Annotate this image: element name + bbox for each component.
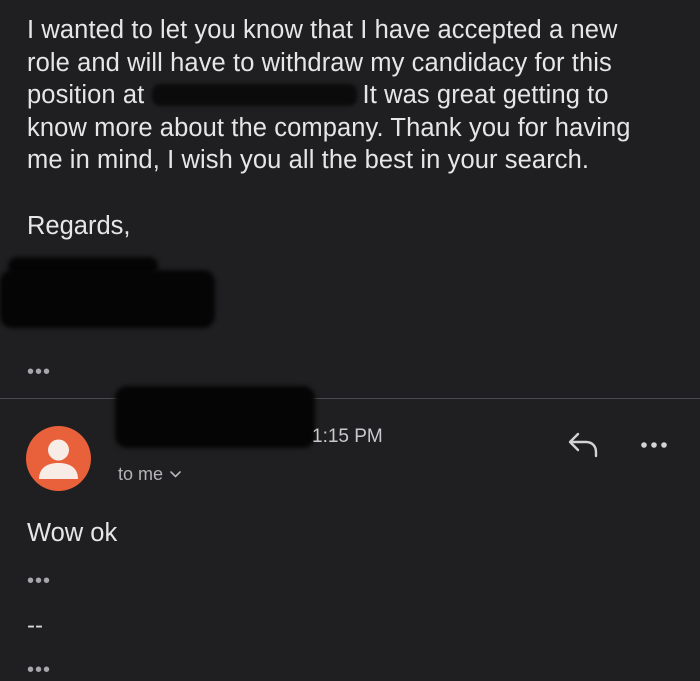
message-time: 1:15 PM bbox=[312, 426, 383, 447]
redacted-company-name bbox=[151, 84, 357, 106]
redacted-reply-sender-name bbox=[115, 386, 315, 448]
previous-message-line: I wanted to let you know that I have acc… bbox=[27, 16, 618, 44]
previous-message-line: position at It was great getting to bbox=[27, 79, 687, 112]
previous-message-line-start: position at bbox=[27, 81, 145, 109]
recipient-details-toggle[interactable]: to me bbox=[118, 464, 181, 485]
previous-message-expand[interactable]: ••• bbox=[27, 362, 51, 382]
reply-message-expand[interactable]: ••• bbox=[27, 571, 51, 591]
message-divider bbox=[0, 398, 700, 399]
reply-arrow-icon bbox=[568, 432, 598, 458]
previous-message-line: know more about the company. Thank you f… bbox=[27, 113, 631, 142]
previous-message-line: me in mind, I wish you all the best in y… bbox=[27, 146, 590, 174]
previous-message-body: I wanted to let you know that I have acc… bbox=[27, 14, 687, 177]
previous-message-line: role and will have to withdraw my candid… bbox=[27, 48, 612, 77]
more-options-button[interactable] bbox=[638, 433, 670, 457]
signature-expand[interactable]: ••• bbox=[27, 660, 51, 680]
previous-message-closing: Regards, bbox=[27, 212, 131, 240]
sender-avatar[interactable] bbox=[26, 426, 91, 491]
person-avatar-icon bbox=[39, 439, 78, 479]
chevron-down-icon bbox=[170, 471, 181, 478]
recipient-label: to me bbox=[118, 464, 164, 484]
redacted-sender-name bbox=[0, 270, 215, 328]
previous-message-line-end: It was great getting to bbox=[362, 81, 609, 109]
reply-message-body: Wow ok bbox=[27, 519, 118, 547]
signature-separator: -- bbox=[27, 612, 43, 639]
reply-button[interactable] bbox=[566, 430, 600, 460]
more-horizontal-icon bbox=[641, 442, 667, 448]
